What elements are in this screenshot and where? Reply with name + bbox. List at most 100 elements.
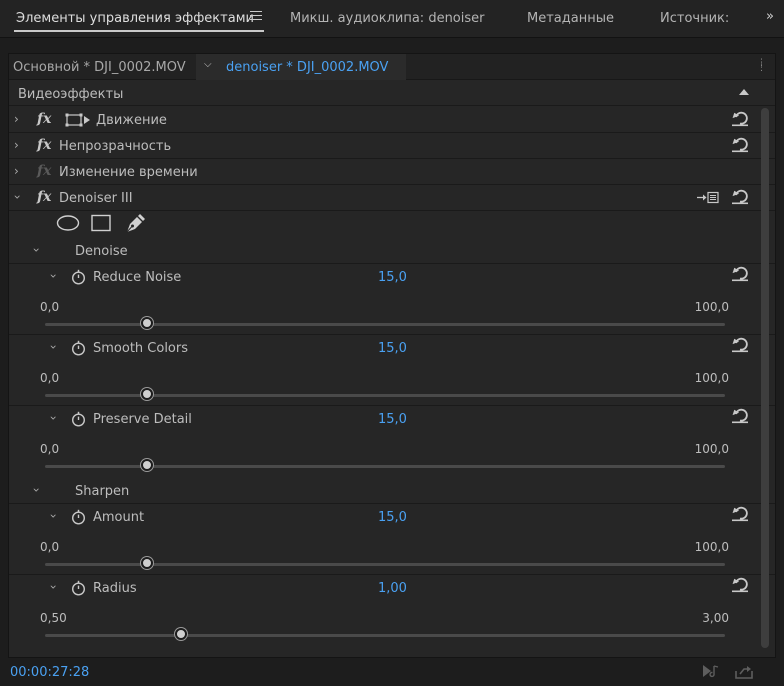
slider-thumb[interactable] <box>141 557 153 569</box>
group-label: Denoise <box>75 244 128 259</box>
slider-min-label: 0,50 <box>40 611 67 625</box>
chevron-down-icon[interactable]: › <box>29 488 43 493</box>
sequence-clip-name: denoiser * DJI_0002.MOV <box>226 60 389 75</box>
reset-icon[interactable] <box>731 337 749 353</box>
tab-effect-controls[interactable]: Элементы управления эффектами <box>16 11 254 26</box>
export-settings-icon[interactable] <box>697 191 719 204</box>
chevron-down-icon[interactable]: ⌵ <box>204 59 212 70</box>
pen-mask-icon[interactable] <box>124 214 146 234</box>
chevron-down-icon[interactable]: › <box>46 514 60 519</box>
transform-handle-icon[interactable] <box>65 113 91 127</box>
video-effects-header[interactable]: Видеоэффекты <box>9 81 775 106</box>
effect-row-motion[interactable]: › fx Движение <box>9 107 775 133</box>
effect-label: Движение <box>96 113 167 128</box>
tab-metadata[interactable]: Метаданные <box>527 11 614 26</box>
scrollbar-thumb[interactable] <box>761 108 769 648</box>
param-value[interactable]: 15,0 <box>378 270 407 285</box>
param-label: Smooth Colors <box>93 341 189 356</box>
sequence-clip-tab[interactable]: ⌵ denoiser * DJI_0002.MOV <box>196 54 406 80</box>
effect-row-denoiser[interactable]: › fx Denoiser III <box>9 185 775 211</box>
stopwatch-icon[interactable] <box>71 269 86 285</box>
collapse-up-icon[interactable] <box>739 89 749 95</box>
sequence-clip-bar: Основной * DJI_0002.MOV ⌵ denoiser * DJI… <box>9 54 775 80</box>
slider-max-label: 100,0 <box>694 300 729 314</box>
stopwatch-icon[interactable] <box>71 411 86 427</box>
fx-toggle-icon[interactable]: fx <box>37 163 51 179</box>
tabs-overflow-button[interactable]: » <box>758 9 782 29</box>
param-smooth-colors: › Smooth Colors 15,0 0,0 100,0 <box>9 334 775 405</box>
fx-toggle-icon[interactable]: fx <box>37 137 51 153</box>
param-label: Amount <box>93 510 145 525</box>
param-amount: › Amount 15,0 0,0 100,0 <box>9 503 775 574</box>
slider-max-label: 100,0 <box>694 442 729 456</box>
panel-menu-icon[interactable] <box>250 11 262 22</box>
param-value[interactable]: 15,0 <box>378 341 407 356</box>
reset-icon[interactable] <box>731 577 749 593</box>
mask-tools <box>9 211 775 238</box>
tab-audio-clip-mixer[interactable]: Микш. аудиоклипа: denoiser <box>290 11 485 26</box>
tab-source[interactable]: Источник: <box>660 11 729 26</box>
stopwatch-icon[interactable] <box>71 509 86 525</box>
play-audio-icon[interactable] <box>701 663 721 679</box>
slider-track[interactable] <box>45 634 725 637</box>
panel-tab-bar: Элементы управления эффектами Микш. ауди… <box>0 0 784 38</box>
effect-controls-panel: Основной * DJI_0002.MOV ⌵ denoiser * DJI… <box>8 53 776 658</box>
master-clip-tab[interactable]: Основной * DJI_0002.MOV <box>13 60 186 75</box>
reset-icon[interactable] <box>731 111 749 127</box>
param-label: Preserve Detail <box>93 412 192 427</box>
chevron-down-icon[interactable]: › <box>46 345 60 350</box>
slider-thumb[interactable] <box>175 628 187 640</box>
slider-min-label: 0,0 <box>40 540 60 554</box>
reset-icon[interactable] <box>731 137 749 153</box>
reset-icon[interactable] <box>731 408 749 424</box>
ellipse-mask-icon[interactable] <box>56 214 80 232</box>
chevron-down-icon[interactable]: › <box>46 274 60 279</box>
effect-row-opacity[interactable]: › fx Непрозрачность <box>9 133 775 159</box>
param-preserve-detail: › Preserve Detail 15,0 0,0 100,0 <box>9 405 775 476</box>
fx-toggle-icon[interactable]: fx <box>37 189 51 205</box>
group-label: Sharpen <box>75 484 130 499</box>
export-clip-icon[interactable] <box>734 663 754 679</box>
slider-min-label: 0,0 <box>40 371 60 385</box>
param-radius: › Radius 1,00 0,50 3,00 <box>9 574 775 645</box>
slider-min-label: 0,0 <box>40 300 60 314</box>
effect-label: Изменение времени <box>59 165 198 180</box>
chevron-down-icon[interactable]: › <box>46 416 60 421</box>
chevron-down-icon[interactable]: › <box>46 585 60 590</box>
fx-toggle-icon[interactable]: fx <box>37 111 51 127</box>
stopwatch-icon[interactable] <box>71 340 86 356</box>
chevron-right-icon[interactable]: › <box>14 138 19 152</box>
param-value[interactable]: 15,0 <box>378 412 407 427</box>
timecode-display[interactable]: 00:00:27:28 <box>10 665 89 680</box>
param-reduce-noise: › Reduce Noise 15,0 0,0 100,0 <box>9 263 775 334</box>
reset-icon[interactable] <box>731 506 749 522</box>
rectangle-mask-icon[interactable] <box>91 214 111 232</box>
chevron-down-icon[interactable]: › <box>10 195 24 200</box>
vertical-scrollbar[interactable] <box>761 108 769 648</box>
effect-label: Denoiser III <box>59 191 133 206</box>
param-label: Radius <box>93 581 137 596</box>
slider-max-label: 100,0 <box>694 371 729 385</box>
slider-min-label: 0,0 <box>40 442 60 456</box>
slider-thumb[interactable] <box>141 388 153 400</box>
reset-icon[interactable] <box>731 266 749 282</box>
param-value[interactable]: 1,00 <box>378 581 407 596</box>
effect-label: Непрозрачность <box>59 139 172 154</box>
group-row-denoise[interactable]: › Denoise <box>9 238 775 264</box>
effect-row-time-remapping[interactable]: › fx Изменение времени <box>9 159 775 185</box>
status-bar: 00:00:27:28 <box>0 658 784 686</box>
slider-thumb[interactable] <box>141 317 153 329</box>
group-row-sharpen[interactable]: › Sharpen <box>9 478 775 504</box>
stopwatch-icon[interactable] <box>71 580 86 596</box>
chevron-right-icon[interactable]: › <box>14 112 19 126</box>
chevron-right-icon[interactable]: › <box>14 164 19 178</box>
param-label: Reduce Noise <box>93 270 182 285</box>
chevron-down-icon[interactable]: › <box>29 248 43 253</box>
slider-max-label: 3,00 <box>702 611 729 625</box>
slider-max-label: 100,0 <box>694 540 729 554</box>
param-value[interactable]: 15,0 <box>378 510 407 525</box>
active-tab-underline <box>14 30 264 32</box>
slider-thumb[interactable] <box>141 459 153 471</box>
reset-icon[interactable] <box>731 189 749 205</box>
grip-icon[interactable]: ⋮ ⋮ <box>757 59 766 73</box>
